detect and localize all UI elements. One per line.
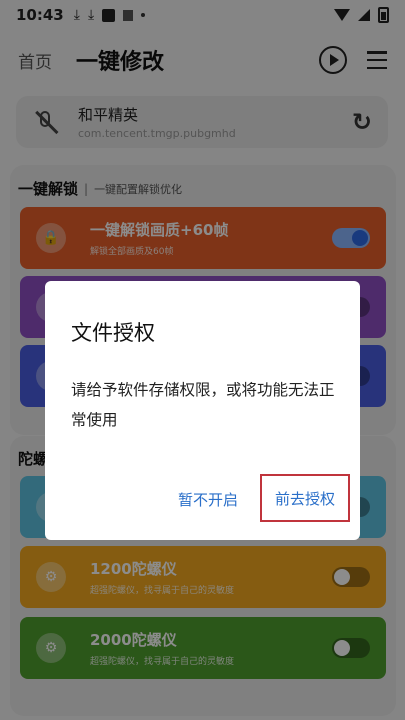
dialog-title: 文件授权 [71, 321, 155, 345]
grant-permission-button[interactable]: 前去授权 [260, 474, 350, 522]
dialog-message: 请给予软件存储权限，或将功能无法正常使用 [71, 381, 335, 429]
file-permission-dialog: 文件授权 请给予软件存储权限，或将功能无法正常使用 暂不开启 前去授权 [45, 281, 360, 540]
cancel-button[interactable]: 暂不开启 [178, 489, 238, 510]
